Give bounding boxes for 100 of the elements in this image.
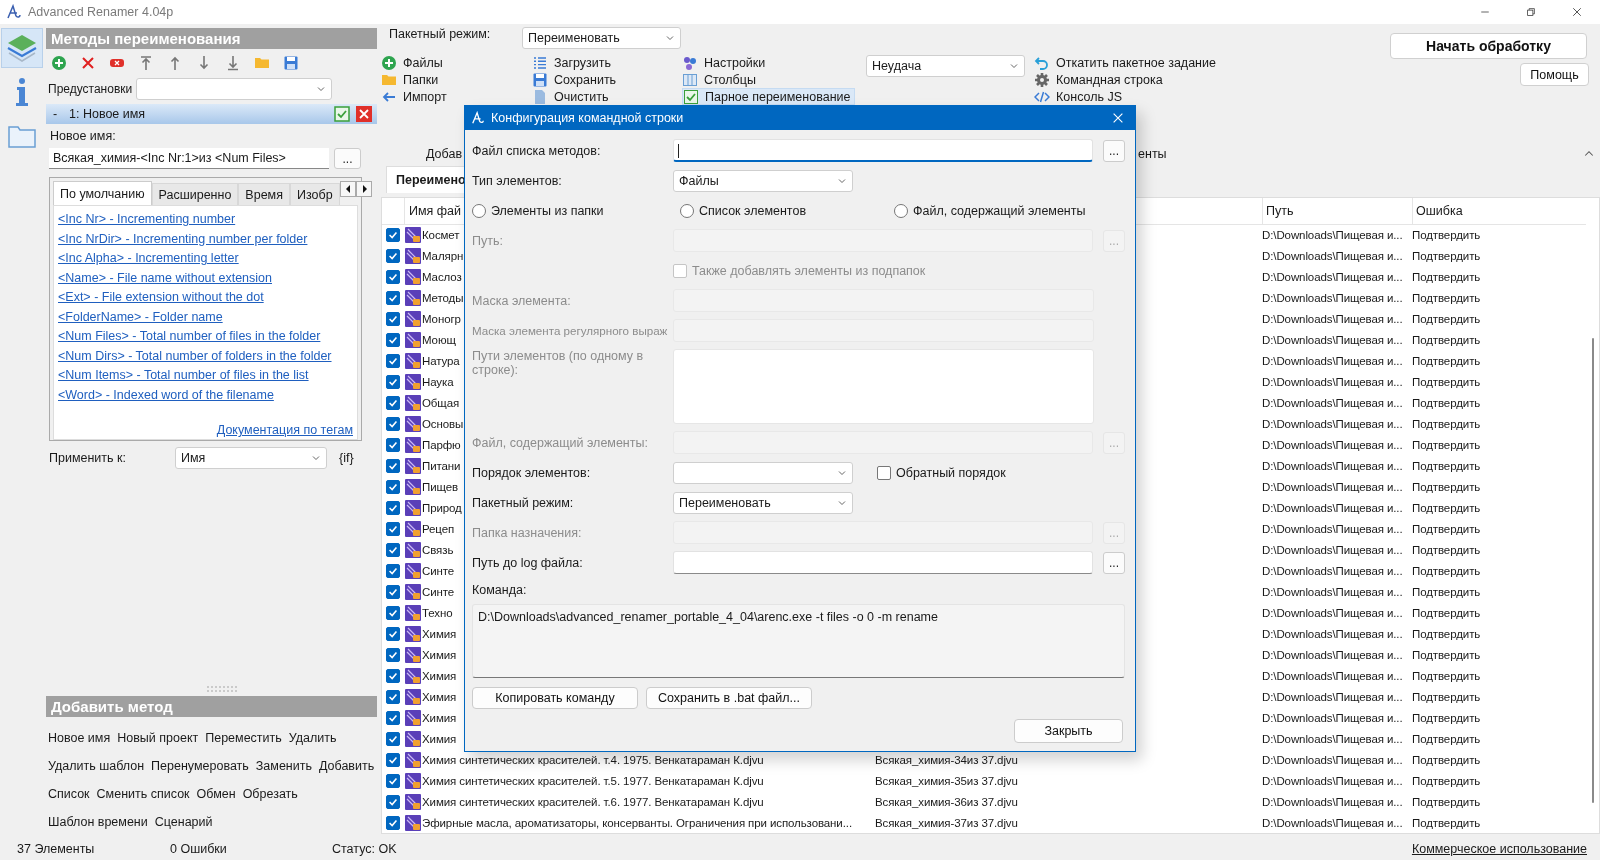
tab[interactable]: По умолчанию xyxy=(53,181,152,205)
apply-dropdown[interactable]: Имя xyxy=(175,447,327,469)
tag-link[interactable]: <Name> - File name without extension xyxy=(58,268,272,288)
browse-button[interactable]: ... xyxy=(334,148,361,169)
toolbar-button[interactable]: Откатить пакетное задание xyxy=(1034,54,1220,71)
column-header[interactable]: Путь xyxy=(1262,198,1412,224)
batch-mode-dropdown[interactable]: Переименовать xyxy=(522,27,681,49)
tag-link[interactable]: <Inc Alpha> - Incrementing letter xyxy=(58,249,239,269)
row-checkbox[interactable] xyxy=(386,752,400,767)
method-link[interactable]: Список xyxy=(48,787,90,801)
restore-icon[interactable] xyxy=(1525,6,1537,18)
result-filter-dropdown[interactable]: Неудача xyxy=(866,55,1025,77)
move-top-icon[interactable] xyxy=(138,55,154,71)
row-checkbox[interactable] xyxy=(386,815,400,830)
browse-button[interactable]: ... xyxy=(1103,551,1125,574)
toolbar-button[interactable]: Импорт xyxy=(381,88,451,105)
method-link[interactable]: Сменить список xyxy=(96,787,190,801)
close-button[interactable]: Закрыть xyxy=(1014,719,1123,743)
toolbar-button[interactable]: Папки xyxy=(381,71,443,88)
splitter-handle[interactable] xyxy=(206,686,237,692)
checkbox[interactable]: Обратный порядок xyxy=(877,465,1006,480)
row-checkbox[interactable] xyxy=(386,501,400,516)
method-link[interactable]: Добавить xyxy=(318,759,375,773)
toolbar-button[interactable]: Очистить xyxy=(532,88,613,105)
method-link[interactable]: Обмен xyxy=(196,787,236,801)
help-button[interactable]: Помощь xyxy=(1520,63,1589,86)
row-checkbox[interactable] xyxy=(386,710,400,725)
sidebar-tab[interactable] xyxy=(1,28,43,68)
if-link[interactable]: {if} xyxy=(339,451,354,465)
action-button[interactable]: Копировать команду xyxy=(472,687,638,709)
tab[interactable]: Расширенно xyxy=(151,183,239,205)
new-name-field[interactable]: Всякая_химия-<Inc Nr:1>из <Num Files> xyxy=(49,148,329,169)
tab[interactable]: Изобр xyxy=(289,183,340,205)
documentation-link[interactable]: Документация по тегам xyxy=(216,423,353,437)
close-icon[interactable] xyxy=(1571,6,1583,18)
row-checkbox[interactable] xyxy=(386,647,400,662)
method-link[interactable]: Переместить xyxy=(205,731,282,745)
row-checkbox[interactable] xyxy=(386,543,400,557)
method-link[interactable]: Удалить шаблон xyxy=(48,759,145,773)
tag-link[interactable]: <Num Dirs> - Total number of folders in the folder xyxy=(58,346,332,366)
browse-button[interactable]: ... xyxy=(1103,139,1125,162)
row-checkbox[interactable] xyxy=(386,605,400,620)
toolbar-button[interactable]: Загрузить xyxy=(532,54,616,71)
method-link[interactable]: Шаблон времени xyxy=(48,815,148,829)
row-checkbox[interactable] xyxy=(386,291,400,306)
tag-link[interactable]: <Num Items> - Total number of files in the list xyxy=(58,366,309,386)
row-checkbox[interactable] xyxy=(386,312,400,327)
action-button[interactable]: Сохранить в .bat файл... xyxy=(646,687,812,709)
dropdown[interactable]: Переименовать xyxy=(673,491,853,514)
toolbar-button[interactable]: Настройки xyxy=(682,54,770,71)
row-checkbox[interactable] xyxy=(386,354,400,369)
row-checkbox[interactable] xyxy=(386,480,400,495)
radio-button[interactable]: Список элементов xyxy=(680,203,894,218)
row-checkbox[interactable] xyxy=(386,270,400,285)
row-checkbox[interactable] xyxy=(386,333,400,348)
row-checkbox[interactable] xyxy=(386,626,400,641)
remove-method-icon[interactable] xyxy=(356,106,372,122)
method-link[interactable]: Заменить xyxy=(255,759,312,773)
toolbar-button[interactable]: Сохранить xyxy=(532,71,621,88)
text-field[interactable] xyxy=(673,551,1094,574)
start-button[interactable]: Начать обработку xyxy=(1390,33,1587,59)
toolbar-button[interactable]: Файлы xyxy=(381,54,447,71)
row-checkbox[interactable] xyxy=(386,689,400,704)
method-link[interactable]: Удалить xyxy=(288,731,337,745)
row-checkbox[interactable] xyxy=(386,459,400,474)
tag-link[interactable]: <FolderName> - Folder name xyxy=(58,307,223,327)
enable-checkbox[interactable] xyxy=(334,106,350,122)
row-checkbox[interactable] xyxy=(386,375,400,390)
column-header[interactable]: Ошибка xyxy=(1412,198,1586,224)
scrollbar-thumb[interactable] xyxy=(1591,338,1594,803)
toolbar-button[interactable]: Парное переименование xyxy=(682,88,856,105)
move-bottom-icon[interactable] xyxy=(225,55,241,71)
radio-button[interactable]: Элементы из папки xyxy=(472,203,680,218)
text-field[interactable] xyxy=(673,139,1094,162)
row-checkbox[interactable] xyxy=(386,668,400,683)
method-header[interactable]: - 1: Новое имя xyxy=(46,104,377,124)
dropdown[interactable]: Файлы xyxy=(673,169,853,192)
row-checkbox[interactable] xyxy=(386,773,400,788)
row-checkbox[interactable] xyxy=(386,564,400,578)
row-checkbox[interactable] xyxy=(386,584,400,599)
toolbar-button[interactable]: Консоль JS xyxy=(1034,88,1127,105)
toolbar-button[interactable]: Столбцы xyxy=(682,71,760,88)
save-icon[interactable] xyxy=(283,55,299,71)
toolbar-button[interactable]: Командная строка xyxy=(1034,71,1167,88)
tag-link[interactable]: <Inc Nr> - Incrementing number xyxy=(58,210,236,230)
tag-link[interactable]: <Num Files> - Total number of files in the folder xyxy=(58,327,321,347)
row-checkbox[interactable] xyxy=(386,249,400,264)
delete-icon[interactable] xyxy=(80,55,96,71)
method-link[interactable]: Перенумеровать xyxy=(151,759,249,773)
tag-link[interactable]: <Inc NrDir> - Incrementing number per folder xyxy=(58,229,308,249)
row-checkbox[interactable] xyxy=(386,731,400,746)
tag-link[interactable]: <Word> - Indexed word of the filename xyxy=(58,385,274,405)
tab[interactable]: Время xyxy=(238,183,290,205)
tag-link[interactable]: <Ext> - File extension without the dot xyxy=(58,288,264,308)
row-checkbox[interactable] xyxy=(386,228,400,243)
radio-button[interactable]: Файл, содержащий элементы xyxy=(894,203,1086,218)
row-checkbox[interactable] xyxy=(386,522,400,537)
method-link[interactable]: Сценарий xyxy=(154,815,213,829)
collapse-toggle[interactable]: - xyxy=(53,107,63,121)
row-checkbox[interactable] xyxy=(386,417,400,432)
